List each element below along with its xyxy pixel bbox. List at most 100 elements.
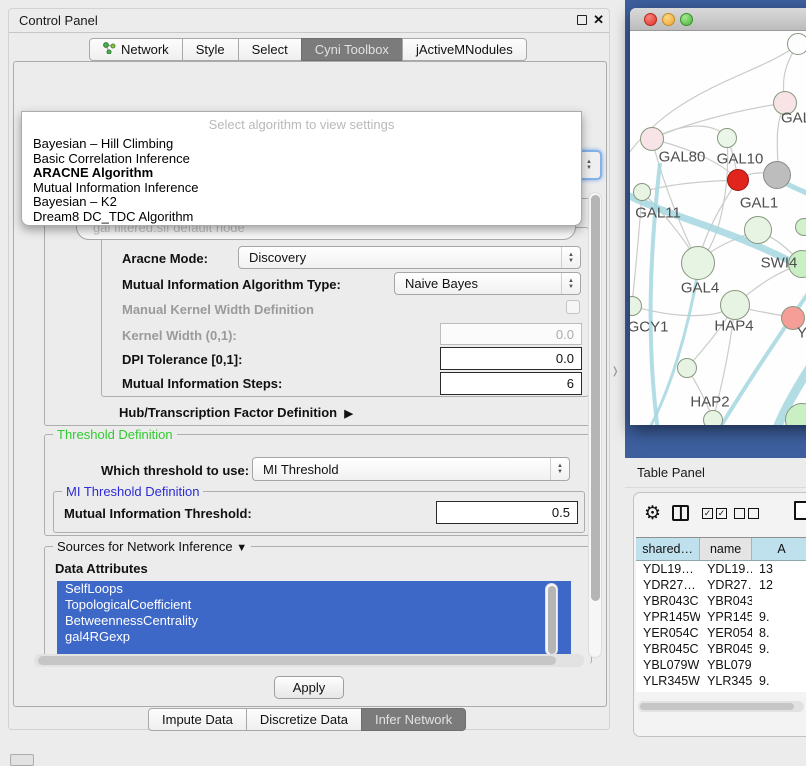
tab-label: Cyni Toolbox <box>315 42 389 57</box>
tab-cyni-toolbox[interactable]: Cyni Toolbox <box>301 38 403 61</box>
table-row[interactable]: YDL19…YDL19…13 <box>636 561 806 577</box>
mac-minimize-icon[interactable] <box>662 13 675 26</box>
manual-kernel-checkbox[interactable] <box>566 300 580 314</box>
settings-vertical-scrollbar[interactable] <box>588 192 602 658</box>
column-header[interactable]: name <box>700 538 752 560</box>
table-cell: 12 <box>752 577 806 593</box>
table-cell: YDL19… <box>700 561 752 577</box>
network-node[interactable] <box>640 127 664 151</box>
network-node[interactable] <box>703 410 723 425</box>
threshold-definition-group: Threshold Definition Which threshold to … <box>44 434 592 536</box>
collapsed-arrow-icon: ▶ <box>344 408 352 420</box>
node-label: SWI4 <box>761 255 798 272</box>
tab-label: Network <box>121 42 169 57</box>
table-cell: 9. <box>752 673 806 689</box>
node-label: GCY1 <box>630 319 668 336</box>
dropdown-item[interactable]: Dream8 DC_TDC Algorithm <box>22 210 581 225</box>
table-body: YDL19…YDL19…13YDR27…YDR27…12YBR043CYBR04… <box>636 561 806 692</box>
dropdown-item[interactable]: ARACNE Algorithm <box>22 166 581 181</box>
tab-label: Impute Data <box>162 712 233 727</box>
mi-threshold-input[interactable]: 0.5 <box>436 501 578 524</box>
network-node[interactable] <box>717 128 737 148</box>
kernel-width-label: Kernel Width (0,1): <box>122 328 237 343</box>
column-header[interactable]: A <box>752 538 806 560</box>
tab-jactivemnodules[interactable]: jActiveMNodules <box>402 38 527 61</box>
dropdown-item[interactable]: Mutual Information Inference <box>22 181 581 196</box>
attribute-item[interactable]: BetweennessCentrality <box>57 613 571 629</box>
network-node[interactable] <box>795 218 806 236</box>
combo-stepper-icon: ▲▼ <box>550 458 569 480</box>
tab-style[interactable]: Style <box>182 38 239 61</box>
cyni-subtabs: Impute Data Discretize DataInfer Network <box>148 708 466 731</box>
mi-threshold-label: Mutual Information Threshold: <box>64 506 252 521</box>
mac-close-icon[interactable] <box>644 13 657 26</box>
dropdown-item[interactable]: Bayesian – K2 <box>22 195 581 210</box>
gear-icon[interactable]: ⚙ <box>644 502 661 525</box>
mi-threshold-group: MI Threshold Definition Mutual Informati… <box>53 491 585 533</box>
stepper-down-icon: ▼ <box>586 165 592 171</box>
cyni-toolbox-panel: ▲ ▼ gal filtered.sif default node Select… <box>13 61 607 707</box>
mi-steps-input[interactable]: 6 <box>440 372 582 395</box>
table-row[interactable]: YBR045CYBR045C9. <box>636 641 806 657</box>
aracne-mode-combo[interactable]: Discovery ▲▼ <box>238 246 581 269</box>
attribute-item[interactable]: SelfLoops <box>57 581 571 597</box>
network-node[interactable] <box>763 161 791 189</box>
algorithm-dropdown-list: Select algorithm to view settings Bayesi… <box>21 111 582 226</box>
columns-icon[interactable] <box>672 505 689 521</box>
table-row[interactable]: YLR345WYLR345W9. <box>636 673 806 689</box>
table-row[interactable]: YIL052CYIL052C9. <box>636 689 806 692</box>
attribute-item[interactable]: gal4RGexp <box>57 629 571 645</box>
data-attributes-list[interactable]: SelfLoopsTopologicalCoefficientBetweenne… <box>57 581 571 659</box>
network-node[interactable] <box>744 216 772 244</box>
control-panel-window: Control Panel ✕ NetworkStyleSelectCyni T… <box>8 8 610 730</box>
table-row[interactable]: YPR145WYPR145W9. <box>636 609 806 625</box>
mac-zoom-icon[interactable] <box>680 13 693 26</box>
dropdown-item[interactable]: Basic Correlation Inference <box>22 152 581 167</box>
mi-type-combo[interactable]: Naive Bayes ▲▼ <box>394 272 581 295</box>
network-node[interactable] <box>787 33 806 55</box>
tab-select[interactable]: Select <box>238 38 302 61</box>
tab-network[interactable]: Network <box>89 38 183 61</box>
float-window-icon[interactable] <box>577 15 587 25</box>
settings-horizontal-scrollbar[interactable] <box>34 654 584 667</box>
select-all-icon[interactable]: ✓ <box>716 508 727 519</box>
minimized-panel-icon[interactable] <box>10 754 34 766</box>
table-row[interactable]: YBR043CYBR043C <box>636 593 806 609</box>
tab-discretize-data[interactable]: Discretize Data <box>246 708 362 731</box>
network-node[interactable] <box>677 358 697 378</box>
table-cell: YIL052C <box>636 689 700 692</box>
table-row[interactable]: YBL079WYBL079W <box>636 657 806 673</box>
table-cell: 9. <box>752 609 806 625</box>
network-node[interactable] <box>633 183 651 201</box>
hub-definition-toggle[interactable]: Hub/Transcription Factor Definition ▶ <box>119 405 353 420</box>
deselect-all-icon[interactable] <box>748 508 759 519</box>
node-label: GAL11 <box>635 205 681 222</box>
dropdown-item[interactable]: Bayesian – Hill Climbing <box>22 137 581 152</box>
table-cell: YPR145W <box>636 609 700 625</box>
tab-impute-data[interactable]: Impute Data <box>148 708 247 731</box>
attribute-item[interactable]: TopologicalCoefficient <box>57 597 571 613</box>
attributes-list-scrollbar[interactable] <box>545 583 558 656</box>
tab-infer-network[interactable]: Infer Network <box>361 708 466 731</box>
panel-divider-grip[interactable]: ❭ <box>611 366 618 377</box>
table-row[interactable]: YDR27…YDR27…12 <box>636 577 806 593</box>
kernel-width-input[interactable]: 0.0 <box>440 323 582 345</box>
network-icon <box>103 42 116 57</box>
column-header[interactable]: shared… <box>636 538 700 560</box>
which-threshold-combo[interactable]: MI Threshold ▲▼ <box>252 457 570 481</box>
table-cell: 13 <box>752 561 806 577</box>
apply-button[interactable]: Apply <box>274 676 344 699</box>
network-node[interactable] <box>720 290 750 320</box>
settings-scroll-area: Cyni Algorithm Settings Algorithm Defini… <box>16 190 606 670</box>
table-row[interactable]: YER054CYER054C8. <box>636 625 806 641</box>
deselect-all-icon[interactable] <box>734 508 745 519</box>
sources-title[interactable]: Sources for Network Inference ▼ <box>53 539 251 554</box>
network-canvas[interactable]: GALGAL80GAL10GAL1GAL11SWI4GAL4GCY1HAP4YH… <box>630 31 806 425</box>
table-horizontal-scrollbar[interactable] <box>638 701 804 712</box>
dpi-tolerance-input[interactable]: 0.0 <box>440 347 582 370</box>
network-node[interactable] <box>727 169 749 191</box>
select-all-icon[interactable]: ✓ <box>702 508 713 519</box>
close-icon[interactable]: ✕ <box>593 12 604 28</box>
export-table-icon[interactable] <box>794 501 806 520</box>
network-node[interactable] <box>681 246 715 280</box>
